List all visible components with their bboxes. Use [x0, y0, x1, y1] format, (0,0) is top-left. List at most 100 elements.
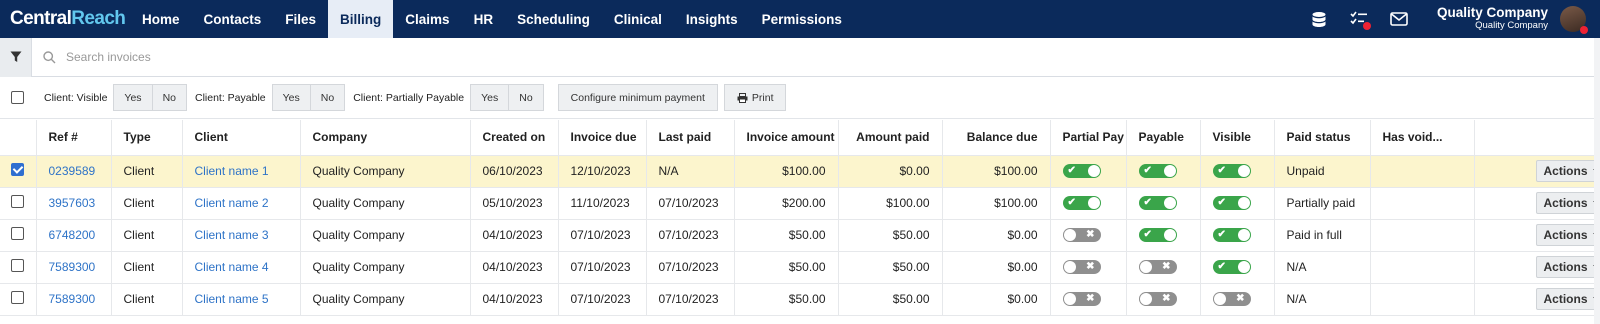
payable-cell: ✔ — [1126, 155, 1201, 188]
centralreach-logo[interactable]: Central Reach — [0, 0, 130, 38]
has-void-cell — [1370, 155, 1475, 188]
table-row[interactable]: 7589300 Client Client name 4 Quality Compan… — [0, 251, 1600, 284]
visible-toggle[interactable]: ✖ — [1212, 292, 1251, 307]
search-input[interactable] — [66, 42, 966, 72]
visible-toggle[interactable]: ✔ — [1212, 164, 1251, 179]
nav-permissions[interactable]: Permissions — [750, 0, 854, 38]
visible-toggle[interactable]: ✔ — [1212, 228, 1251, 243]
ref-link[interactable]: 7589300 — [49, 260, 96, 274]
client-partial-yes-button[interactable]: Yes — [470, 84, 510, 111]
client-link[interactable]: Client name 5 — [195, 292, 269, 306]
column-header-payable[interactable]: Payable — [1126, 120, 1201, 156]
partial-pay-toggle[interactable]: ✖ — [1062, 260, 1101, 275]
actions-cell: Actions — [1474, 283, 1600, 316]
nav-claims[interactable]: Claims — [393, 0, 461, 38]
ref-link[interactable]: 3957603 — [49, 196, 96, 210]
column-header-last-paid[interactable]: Last paid — [646, 120, 735, 156]
client-visible-no-button[interactable]: No — [152, 84, 187, 111]
column-header-company[interactable]: Company — [300, 120, 471, 156]
select-all-checkbox[interactable] — [11, 91, 24, 104]
column-header-ref[interactable]: Ref # — [36, 120, 112, 156]
column-header-client[interactable]: Client — [182, 120, 301, 156]
invoice-amount-cell: $50.00 — [734, 251, 839, 284]
actions-dropdown-button[interactable]: Actions — [1536, 288, 1600, 310]
client-link[interactable]: Client name 4 — [195, 260, 269, 274]
client-link[interactable]: Client name 2 — [195, 196, 269, 210]
row-checkbox[interactable] — [11, 227, 25, 240]
row-checkbox[interactable] — [11, 291, 25, 304]
payable-toggle[interactable]: ✔ — [1138, 228, 1177, 243]
partial-pay-toggle[interactable]: ✔ — [1062, 164, 1101, 179]
mail-icon[interactable] — [1379, 0, 1419, 38]
visible-toggle[interactable]: ✔ — [1212, 196, 1251, 211]
nav-hr[interactable]: HR — [462, 0, 506, 38]
toggle-knob — [1237, 261, 1250, 274]
client-payable-toggle: Yes No — [271, 84, 346, 111]
ref-link[interactable]: 0239589 — [49, 164, 96, 178]
column-header-has-void[interactable]: Has void... — [1370, 120, 1475, 156]
avatar[interactable] — [1560, 6, 1588, 34]
actions-dropdown-button[interactable]: Actions — [1536, 192, 1600, 214]
amount-paid-cell: $100.00 — [838, 187, 943, 220]
actions-dropdown-button[interactable]: Actions — [1536, 160, 1600, 182]
table-row[interactable]: 3957603 Client Client name 2 Quality Compan… — [0, 187, 1600, 220]
column-header-balance-due[interactable]: Balance due — [942, 120, 1051, 156]
ref-link[interactable]: 7589300 — [49, 292, 96, 306]
nav-contacts[interactable]: Contacts — [192, 0, 274, 38]
column-header-invoice-amount[interactable]: Invoice amount — [734, 120, 839, 156]
payable-toggle[interactable]: ✖ — [1138, 260, 1177, 275]
table-header-row: Ref # Type Client Company Created on Inv… — [0, 120, 1600, 156]
actions-dropdown-button[interactable]: Actions — [1536, 256, 1600, 278]
toggle-knob — [1139, 293, 1152, 306]
client-link[interactable]: Client name 1 — [195, 164, 269, 178]
column-header-type[interactable]: Type — [111, 120, 183, 156]
partial-pay-cell: ✖ — [1050, 251, 1127, 284]
client-payable-no-button[interactable]: No — [310, 84, 346, 111]
column-header-visible[interactable]: Visible — [1200, 120, 1275, 156]
column-header-paid-status[interactable]: Paid status — [1274, 120, 1371, 156]
nav-files[interactable]: Files — [273, 0, 328, 38]
row-checkbox[interactable] — [11, 195, 25, 208]
visible-cell: ✔ — [1200, 251, 1275, 284]
check-icon: ✔ — [1143, 229, 1152, 241]
column-header-partial-pay[interactable]: Partial Pay — [1050, 120, 1127, 156]
partial-pay-toggle[interactable]: ✖ — [1062, 228, 1101, 243]
scrollbar[interactable] — [1594, 38, 1600, 324]
nav-insights[interactable]: Insights — [674, 0, 750, 38]
ref-link[interactable]: 6748200 — [49, 228, 96, 242]
partial-pay-toggle[interactable]: ✖ — [1062, 292, 1101, 307]
table-row[interactable]: 6748200 Client Client name 3 Quality Compan… — [0, 219, 1600, 252]
configure-minimum-payment-button[interactable]: Configure minimum payment — [557, 84, 718, 111]
client-visible-yes-button[interactable]: Yes — [113, 84, 153, 111]
invoice-due-cell: 07/10/2023 — [558, 219, 647, 252]
logo-text-reach: Reach — [71, 8, 126, 29]
column-header-invoice-due[interactable]: Invoice due — [558, 120, 647, 156]
client-payable-yes-button[interactable]: Yes — [271, 84, 311, 111]
client-cell: Client name 3 — [182, 219, 301, 252]
nav-scheduling[interactable]: Scheduling — [505, 0, 602, 38]
print-button[interactable]: Print — [723, 84, 787, 111]
table-row[interactable]: 0239589 Client Client name 1 Quality Compan… — [0, 155, 1600, 188]
tasks-icon[interactable] — [1339, 0, 1379, 38]
nav-billing[interactable]: Billing — [328, 0, 394, 38]
filter-button[interactable] — [0, 37, 32, 77]
actions-dropdown-button[interactable]: Actions — [1536, 224, 1600, 246]
payable-toggle[interactable]: ✔ — [1138, 164, 1177, 179]
payable-toggle[interactable]: ✖ — [1138, 292, 1177, 307]
row-checkbox[interactable] — [11, 163, 25, 176]
column-header-amount-paid[interactable]: Amount paid — [838, 120, 943, 156]
partial-pay-toggle[interactable]: ✔ — [1062, 196, 1101, 211]
nav-clinical[interactable]: Clinical — [602, 0, 674, 38]
client-partial-no-button[interactable]: No — [509, 84, 544, 111]
visible-toggle[interactable]: ✔ — [1212, 260, 1251, 275]
ref-cell: 7589300 — [36, 283, 112, 316]
column-header-created-on[interactable]: Created on — [470, 120, 559, 156]
client-link[interactable]: Client name 3 — [195, 228, 269, 242]
row-checkbox[interactable] — [11, 259, 25, 272]
database-icon[interactable] — [1299, 0, 1339, 38]
table-row[interactable]: 7589300 Client Client name 5 Quality Compan… — [0, 283, 1600, 316]
nav-home[interactable]: Home — [130, 0, 192, 38]
user-menu[interactable]: Quality Company Quality Company — [1419, 6, 1560, 32]
payable-toggle[interactable]: ✔ — [1138, 196, 1177, 211]
partial-pay-cell: ✖ — [1050, 283, 1127, 316]
